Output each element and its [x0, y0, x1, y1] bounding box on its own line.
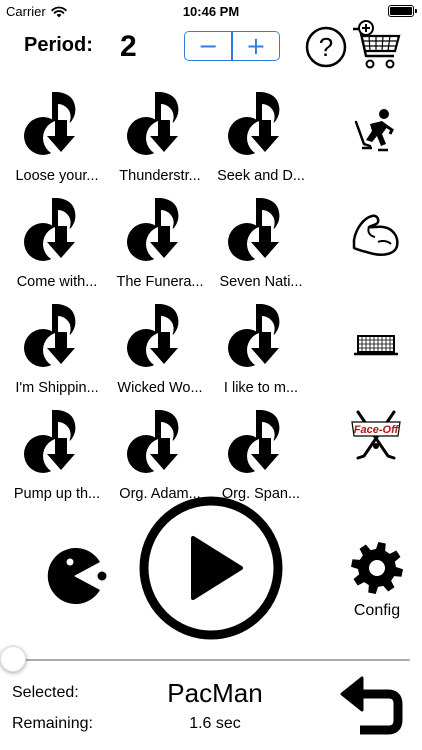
- period-label: Period:: [24, 34, 93, 56]
- music-download-icon: [228, 410, 283, 474]
- music-download-icon: [127, 92, 182, 156]
- seek-slider-track[interactable]: [12, 659, 410, 661]
- music-download-icon: [228, 92, 283, 156]
- song-label: Loose your...: [15, 168, 99, 184]
- music-download-icon: [127, 198, 182, 262]
- song-label: Come with...: [16, 274, 98, 290]
- face-off-text: Face-Off: [354, 424, 400, 436]
- song-button[interactable]: Come with...: [6, 192, 108, 296]
- status-bar: Carrier 10:46 PM: [0, 0, 422, 22]
- song-label: Pump up th...: [13, 486, 101, 502]
- song-label: Seven Nati...: [219, 274, 303, 290]
- period-stepper[interactable]: − +: [184, 31, 280, 61]
- music-download-icon: [24, 92, 79, 156]
- hockey-player-icon: [354, 109, 394, 152]
- config-button[interactable]: Config: [346, 540, 408, 624]
- period-increment-button[interactable]: +: [232, 32, 279, 60]
- gear-icon: [351, 542, 403, 594]
- song-button[interactable]: I like to m...: [210, 298, 312, 402]
- song-label: Thunderstr...: [119, 168, 201, 184]
- song-button[interactable]: The Funera...: [109, 192, 211, 296]
- music-download-icon: [228, 304, 283, 368]
- flexed-arm-button[interactable]: [348, 206, 404, 262]
- store-cart-button[interactable]: [350, 20, 402, 72]
- play-button[interactable]: [138, 495, 284, 641]
- status-time: 10:46 PM: [182, 4, 240, 19]
- song-label: Seek and D...: [217, 168, 305, 184]
- back-button[interactable]: [338, 672, 404, 738]
- period-value: 2: [120, 30, 137, 63]
- music-download-icon: [127, 304, 182, 368]
- song-label: I like to m...: [223, 380, 299, 396]
- help-button[interactable]: ?: [305, 26, 347, 68]
- hockey-goal-button[interactable]: [348, 318, 404, 374]
- song-button[interactable]: Thunderstr...: [109, 86, 211, 190]
- music-download-icon: [24, 198, 79, 262]
- selected-label: Selected:: [12, 684, 79, 701]
- song-button[interactable]: Org. Span...: [210, 404, 312, 508]
- pacman-icon: [47, 548, 107, 604]
- selected-value: PacMan: [167, 678, 263, 708]
- song-button[interactable]: Loose your...: [6, 86, 108, 190]
- song-label: Wicked Wo...: [117, 380, 203, 396]
- hockey-goal-icon: [354, 335, 398, 356]
- music-download-icon: [228, 198, 283, 262]
- help-glyph: ?: [319, 32, 333, 62]
- pacman-button[interactable]: [38, 540, 110, 612]
- music-download-icon: [24, 304, 79, 368]
- battery-icon: [388, 5, 417, 17]
- remaining-value: 1.6 sec: [189, 715, 241, 732]
- song-button[interactable]: Seven Nati...: [210, 192, 312, 296]
- gear-hole: [369, 560, 385, 576]
- remaining-label: Remaining:: [12, 715, 93, 732]
- music-download-icon: [24, 410, 79, 474]
- face-off-button[interactable]: Face-Off: [348, 408, 404, 464]
- song-button[interactable]: Org. Adam...: [109, 404, 211, 508]
- shopping-cart-add-icon: [353, 20, 401, 69]
- period-decrement-button[interactable]: −: [185, 32, 232, 60]
- play-icon: [139, 496, 283, 640]
- config-label: Config: [353, 602, 401, 619]
- song-button[interactable]: Wicked Wo...: [109, 298, 211, 402]
- song-label: The Funera...: [116, 274, 204, 290]
- song-button[interactable]: Seek and D...: [210, 86, 312, 190]
- undo-arrow-icon: [340, 676, 403, 735]
- hockey-player-button[interactable]: [348, 104, 404, 160]
- flexed-arm-icon: [352, 214, 399, 256]
- question-circle-icon: ?: [305, 26, 347, 68]
- song-button[interactable]: Pump up th...: [6, 404, 108, 508]
- seek-slider-thumb[interactable]: [0, 646, 26, 672]
- music-download-icon: [127, 410, 182, 474]
- song-button[interactable]: I'm Shippin...: [6, 298, 108, 402]
- face-off-icon: Face-Off: [351, 410, 401, 460]
- song-label: I'm Shippin...: [15, 380, 99, 396]
